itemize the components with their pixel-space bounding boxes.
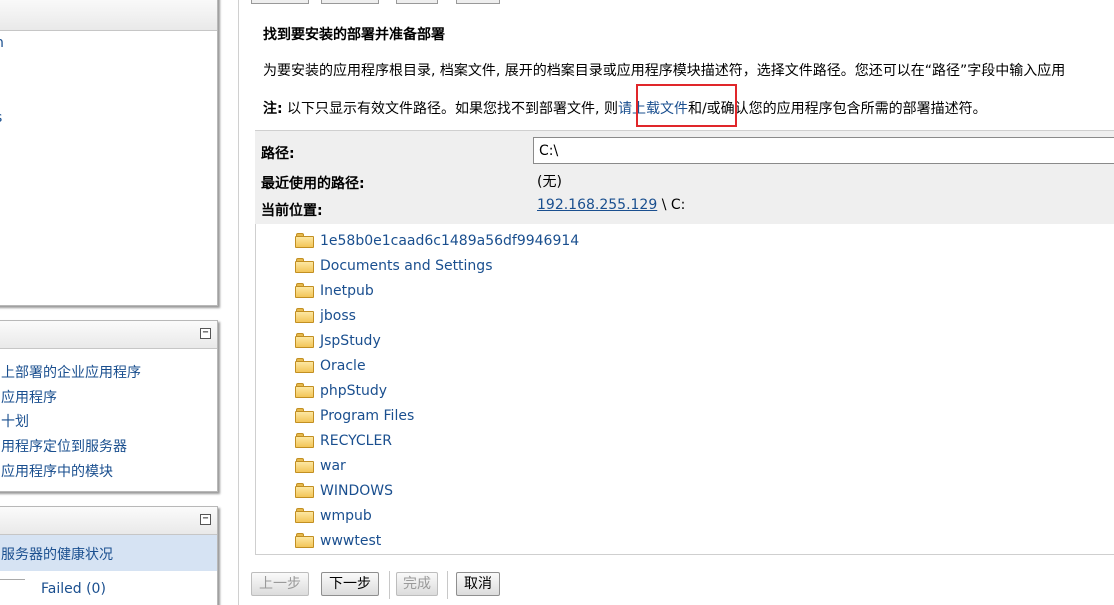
button-divider bbox=[447, 571, 448, 599]
page-title: 找到要安装的部署并准备部署 bbox=[263, 27, 445, 43]
finish-button[interactable]: 完成 bbox=[396, 572, 438, 596]
folder-item[interactable]: jboss bbox=[295, 307, 356, 329]
recent-path-label: 最近使用的路径: bbox=[261, 176, 365, 192]
panel-text-fragment: n bbox=[0, 35, 4, 51]
recent-path-value: (无) bbox=[537, 174, 562, 190]
folder-icon bbox=[295, 483, 314, 498]
change-center-panel: n s bbox=[0, 0, 218, 306]
panel-header bbox=[0, 0, 217, 31]
location-drive: \ C: bbox=[657, 197, 686, 213]
folder-item[interactable]: Documents and Settings bbox=[295, 257, 492, 279]
path-label: 路径: bbox=[261, 146, 295, 162]
cancel-button[interactable]: 取消 bbox=[456, 572, 500, 596]
current-location-label: 当前位置: bbox=[261, 203, 323, 219]
column-divider bbox=[238, 0, 239, 605]
task-link-plan[interactable]: 十划 bbox=[1, 411, 29, 431]
task-link-deploy-enterprise-app[interactable]: 上部署的企业应用程序 bbox=[1, 362, 141, 382]
highlight-box bbox=[636, 84, 737, 127]
folder-icon bbox=[295, 258, 314, 273]
server-health-label: 服务器的健康状况 bbox=[1, 547, 113, 563]
status-swatch bbox=[0, 579, 25, 601]
panel-text-fragment: s bbox=[0, 110, 2, 126]
folder-item[interactable]: Oracle bbox=[295, 357, 366, 379]
folder-item[interactable]: WINDOWS bbox=[295, 482, 393, 504]
folder-icon bbox=[295, 458, 314, 473]
folder-name-link[interactable]: Oracle bbox=[320, 357, 366, 375]
top-toolbar-button[interactable] bbox=[396, 0, 438, 4]
collapse-icon[interactable]: − bbox=[200, 328, 211, 339]
folder-name-link[interactable]: WINDOWS bbox=[320, 482, 393, 500]
note-text-before: 以下只显示有效文件路径。如果您找不到部署文件, 则 bbox=[282, 101, 618, 117]
location-host-link[interactable]: 192.168.255.129 bbox=[537, 197, 657, 213]
folder-item[interactable]: 1e58b0e1caad6c1489a56df9946914 bbox=[295, 232, 579, 254]
task-link-application[interactable]: 应用程序 bbox=[1, 387, 57, 407]
folder-icon bbox=[295, 383, 314, 398]
top-toolbar-button[interactable] bbox=[456, 0, 500, 4]
collapse-icon[interactable]: − bbox=[200, 514, 211, 525]
folder-item[interactable]: RECYCLER bbox=[295, 432, 392, 454]
note-text: 注: 以下只显示有效文件路径。如果您找不到部署文件, 则请上载文件和/或确认您的… bbox=[263, 98, 987, 118]
system-status-panel: − 服务器的健康状况 Failed (0) bbox=[0, 506, 218, 605]
folder-name-link[interactable]: Program Files bbox=[320, 407, 414, 425]
path-input[interactable] bbox=[533, 137, 1114, 164]
folder-name-link[interactable]: JspStudy bbox=[320, 332, 381, 350]
panel-header: − bbox=[0, 321, 217, 349]
folder-name-link[interactable]: RECYCLER bbox=[320, 432, 392, 450]
folder-item[interactable]: Program Files bbox=[295, 407, 414, 429]
folder-icon bbox=[295, 408, 314, 423]
folder-name-link[interactable]: Inetpub bbox=[320, 282, 374, 300]
note-label: 注: bbox=[263, 101, 283, 117]
next-button[interactable]: 下一步 bbox=[321, 572, 379, 596]
button-divider bbox=[389, 571, 390, 599]
server-health-row[interactable]: 服务器的健康状况 bbox=[0, 535, 217, 571]
folder-icon bbox=[295, 508, 314, 523]
panel-header: − bbox=[0, 507, 217, 535]
folder-name-link[interactable]: war bbox=[320, 457, 346, 475]
folder-icon bbox=[295, 333, 314, 348]
folder-item[interactable]: war bbox=[295, 457, 346, 479]
top-toolbar-button[interactable] bbox=[321, 0, 379, 4]
folder-icon bbox=[295, 358, 314, 373]
failed-count-link[interactable]: Failed (0) bbox=[41, 581, 106, 597]
folder-icon bbox=[295, 533, 314, 548]
folder-name-link[interactable]: wwwtest bbox=[320, 532, 381, 550]
folder-icon bbox=[295, 283, 314, 298]
folder-item[interactable]: JspStudy bbox=[295, 332, 381, 354]
folder-icon bbox=[295, 433, 314, 448]
task-link-target-app-to-server[interactable]: 用程序定位到服务器 bbox=[1, 436, 127, 456]
top-toolbar-button[interactable] bbox=[251, 0, 309, 4]
how-do-i-panel: − 上部署的企业应用程序 应用程序 十划 用程序定位到服务器 应用程序中的模块 bbox=[0, 320, 218, 492]
folder-item[interactable]: wmpub bbox=[295, 507, 372, 529]
folder-name-link[interactable]: phpStudy bbox=[320, 382, 387, 400]
folder-item[interactable]: wwwtest bbox=[295, 532, 381, 554]
folder-icon bbox=[295, 308, 314, 323]
back-button[interactable]: 上一步 bbox=[251, 572, 309, 596]
folder-name-link[interactable]: Documents and Settings bbox=[320, 257, 492, 275]
folder-name-link[interactable]: wmpub bbox=[320, 507, 372, 525]
task-link-modules-in-app[interactable]: 应用程序中的模块 bbox=[1, 461, 113, 481]
folder-item[interactable]: Inetpub bbox=[295, 282, 374, 304]
folder-name-link[interactable]: jboss bbox=[320, 307, 356, 325]
folder-item[interactable]: phpStudy bbox=[295, 382, 387, 404]
page-description: 为要安装的应用程序根目录, 档案文件, 展开的档案目录或应用程序模块描述符，选择… bbox=[263, 63, 1066, 79]
folder-icon bbox=[295, 233, 314, 248]
folder-name-link[interactable]: 1e58b0e1caad6c1489a56df9946914 bbox=[320, 232, 579, 250]
current-location-value: 192.168.255.129 \ C: bbox=[537, 197, 685, 213]
